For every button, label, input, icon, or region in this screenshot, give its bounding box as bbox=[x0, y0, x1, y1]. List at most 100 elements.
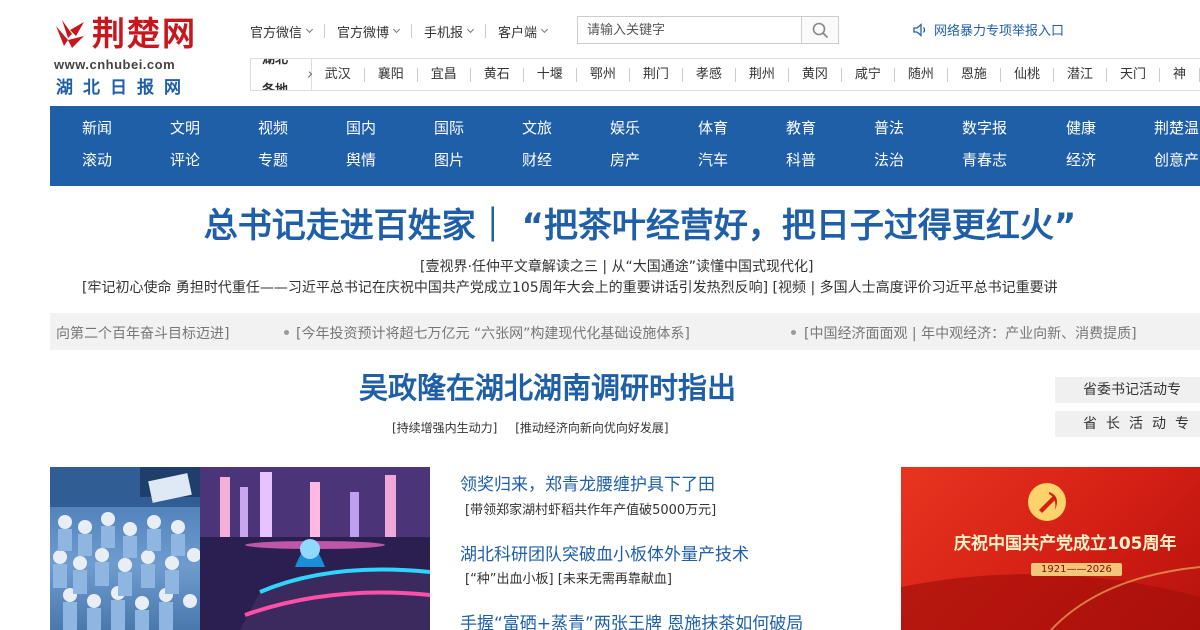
nav-culture-tourism[interactable]: 文旅 bbox=[522, 119, 602, 137]
ticker-item[interactable]: 向第二个百年奋斗目标迈进] bbox=[56, 323, 229, 343]
nav-civilization[interactable]: 文明 bbox=[170, 119, 250, 137]
nav-news[interactable]: 新闻 bbox=[82, 119, 162, 137]
bullet-dot-icon bbox=[284, 330, 289, 335]
party-secretary-activity-tab[interactable]: 省委书记活动专 bbox=[1055, 377, 1200, 403]
regions-title[interactable]: 湖北各地 bbox=[251, 59, 312, 90]
region-item-yichang[interactable]: 宜昌 bbox=[418, 67, 471, 82]
nav-youth[interactable]: 青春志 bbox=[962, 151, 1042, 169]
region-item-xiaogan[interactable]: 孝感 bbox=[683, 67, 736, 82]
nav-law-education[interactable]: 普法 bbox=[874, 119, 954, 137]
nav-auto[interactable]: 汽车 bbox=[698, 151, 778, 169]
main-headline[interactable]: 总书记走进百姓家｜ “把茶叶经营好，把日子过得更红火” bbox=[0, 203, 1200, 249]
nav-video[interactable]: 视频 bbox=[258, 119, 338, 137]
news-sublink[interactable]: [“种”出血小板] bbox=[465, 572, 554, 587]
region-item-jingzhou[interactable]: 荆州 bbox=[736, 67, 789, 82]
nav-comment[interactable]: 评论 bbox=[170, 151, 250, 169]
region-item-huangshi[interactable]: 黄石 bbox=[471, 67, 524, 82]
headline-sublinks-2: [牢记初心使命 勇担时代重任——习近平总书记在庆祝中国共产党成立105周年大会上… bbox=[82, 277, 1058, 297]
region-item-xianning[interactable]: 咸宁 bbox=[842, 67, 895, 82]
regions-title-label: 湖北各地 bbox=[262, 58, 289, 91]
nav-health[interactable]: 健康 bbox=[1066, 119, 1146, 137]
headline-sublink-1-text[interactable]: [壹视界·任仲平文章解读之三 | 从“大国通途”读懂中国式现代化] bbox=[420, 259, 814, 275]
region-item-jingmen[interactable]: 荆门 bbox=[630, 67, 683, 82]
ticker-item[interactable]: [今年投资预计将超七万亿元 “六张网”构建现代化基础设施体系] bbox=[296, 323, 690, 343]
search-icon bbox=[812, 22, 829, 39]
news-title[interactable]: 湖北科研团队突破血小板体外量产技术 bbox=[460, 540, 749, 565]
region-item-xiantao[interactable]: 仙桃 bbox=[1001, 67, 1054, 82]
news-title[interactable]: 手握“富硒+蒸青”两张王牌 恩施抹茶如何破局 bbox=[460, 609, 803, 630]
nav-domestic[interactable]: 国内 bbox=[346, 119, 426, 137]
news-sublink[interactable]: [带领郑家湖村虾稻共作年产值破5000万元] bbox=[465, 503, 716, 518]
top-links-bar: 官方微信 官方微博 手机报 客户端 bbox=[250, 20, 549, 42]
nav-entertainment[interactable]: 娱乐 bbox=[610, 119, 690, 137]
nav-finance[interactable]: 财经 bbox=[522, 151, 602, 169]
logo-site-name: 湖北日报网 bbox=[56, 78, 191, 98]
news-sublink[interactable]: [未来无需再靠献血] bbox=[558, 572, 672, 587]
nav-economy[interactable]: 经济 bbox=[1066, 151, 1146, 169]
nav-science[interactable]: 科普 bbox=[786, 151, 866, 169]
nav-jingchu-warm[interactable]: 荆楚温 bbox=[1154, 119, 1200, 137]
weibo-link-label: 官方微博 bbox=[337, 25, 390, 41]
nav-education[interactable]: 教育 bbox=[786, 119, 866, 137]
regions-bar: 湖北各地 武汉 襄阳 宜昌 黄石 十堰 鄂州 荆门 孝感 荆州 黄冈 咸宁 随州… bbox=[250, 58, 1200, 91]
cyberbullying-report-link[interactable]: 网络暴力专项举报入口 bbox=[913, 20, 1064, 39]
headline-sublink-1: [壹视界·任仲平文章解读之三 | 从“大国通途”读懂中国式现代化] bbox=[420, 256, 814, 276]
region-item-wuhan[interactable]: 武汉 bbox=[312, 67, 365, 82]
nav-sports[interactable]: 体育 bbox=[698, 119, 778, 137]
site-logo[interactable]: 荆楚网 www.cnhubei.com 湖北日报网 bbox=[54, 14, 224, 98]
hammer-sickle-icon bbox=[1028, 483, 1066, 521]
wechat-link[interactable]: 官方微信 bbox=[250, 22, 314, 41]
nav-rule-of-law[interactable]: 法治 bbox=[874, 151, 954, 169]
nav-creative-industry[interactable]: 创意产 bbox=[1154, 151, 1200, 169]
headline-sublink-2b[interactable]: [视频 | 多国人士高度评价习近平总书记重要讲 bbox=[773, 280, 1058, 296]
nav-real-estate[interactable]: 房产 bbox=[610, 151, 690, 169]
search-input[interactable] bbox=[578, 17, 802, 43]
nav-public-opinion[interactable]: 舆情 bbox=[346, 151, 426, 169]
secondary-headline[interactable]: 吴政隆在湖北湖南调研时指出 bbox=[0, 368, 1095, 408]
chevron-down-icon bbox=[541, 25, 549, 34]
night-city-boat-image bbox=[200, 467, 430, 630]
mobile-paper-link[interactable]: 手机报 bbox=[424, 22, 475, 41]
region-item-tianmen[interactable]: 天门 bbox=[1107, 67, 1160, 82]
mobile-paper-link-label: 手机报 bbox=[424, 25, 464, 41]
wechat-link-label: 官方微信 bbox=[250, 25, 303, 41]
nav-rolling[interactable]: 滚动 bbox=[82, 151, 162, 169]
region-item-qianjiang[interactable]: 潜江 bbox=[1054, 67, 1107, 82]
nav-special[interactable]: 专题 bbox=[258, 151, 338, 169]
headline-sublink-2a[interactable]: [牢记初心使命 勇担时代重任——习近平总书记在庆祝中国共产党成立105周年大会上… bbox=[82, 280, 768, 296]
bullet-dot-icon bbox=[791, 330, 796, 335]
main-nav: 新闻 滚动 文明 评论 视频 专题 国内 舆情 国际 图片 文旅 财经 娱乐 房产 体育 汽车 … bbox=[50, 106, 1200, 186]
search-button[interactable] bbox=[801, 17, 838, 43]
region-item-xiangyang[interactable]: 襄阳 bbox=[365, 67, 418, 82]
secondary-sublink[interactable]: [推动经济向新向优向好发展] bbox=[515, 421, 668, 435]
logo-title: 荆楚网 bbox=[92, 14, 197, 53]
party-anniversary-banner[interactable]: 庆祝中国共产党成立105周年 1921——2026 bbox=[901, 467, 1200, 630]
region-item-ezhou[interactable]: 鄂州 bbox=[577, 67, 630, 82]
region-item-enshi[interactable]: 恩施 bbox=[948, 67, 1001, 82]
news-ticker: 向第二个百年奋斗目标迈进] [今年投资预计将超七万亿元 “六张网”构建现代化基础… bbox=[50, 313, 1200, 350]
banner-years: 1921——2026 bbox=[1031, 563, 1122, 576]
athletes-crowd-image bbox=[50, 467, 200, 630]
governor-activity-tab[interactable]: 省长活动专 bbox=[1055, 411, 1200, 437]
region-item-huanggang[interactable]: 黄冈 bbox=[789, 67, 842, 82]
nav-pictures[interactable]: 图片 bbox=[434, 151, 514, 169]
nav-digital-paper[interactable]: 数字报 bbox=[962, 119, 1042, 137]
news-title[interactable]: 领奖归来，郑青龙腰缠护具下了田 bbox=[460, 470, 715, 495]
region-item-shiyan[interactable]: 十堰 bbox=[524, 67, 577, 82]
chevron-down-icon bbox=[392, 25, 401, 34]
nav-international[interactable]: 国际 bbox=[434, 119, 514, 137]
speaker-icon bbox=[913, 22, 926, 37]
phoenix-logo-icon bbox=[56, 20, 84, 48]
ticker-item[interactable]: [中国经济面面观 | 年中观经济：产业向新、消费提质] bbox=[804, 323, 1137, 343]
chevron-down-icon bbox=[467, 25, 475, 34]
weibo-link[interactable]: 官方微博 bbox=[337, 22, 401, 41]
sports-ceremony-photo[interactable] bbox=[50, 467, 200, 630]
logo-url: www.cnhubei.com bbox=[54, 57, 176, 72]
app-link[interactable]: 客户端 bbox=[498, 22, 549, 41]
river-night-cruise-photo[interactable] bbox=[200, 467, 430, 630]
divider bbox=[324, 24, 326, 38]
divider bbox=[485, 24, 487, 38]
secondary-sublink[interactable]: [持续增强内生动力] bbox=[392, 421, 497, 435]
region-item-suizhou[interactable]: 随州 bbox=[895, 67, 948, 82]
region-item-shennongjia[interactable]: 神 bbox=[1160, 67, 1200, 82]
